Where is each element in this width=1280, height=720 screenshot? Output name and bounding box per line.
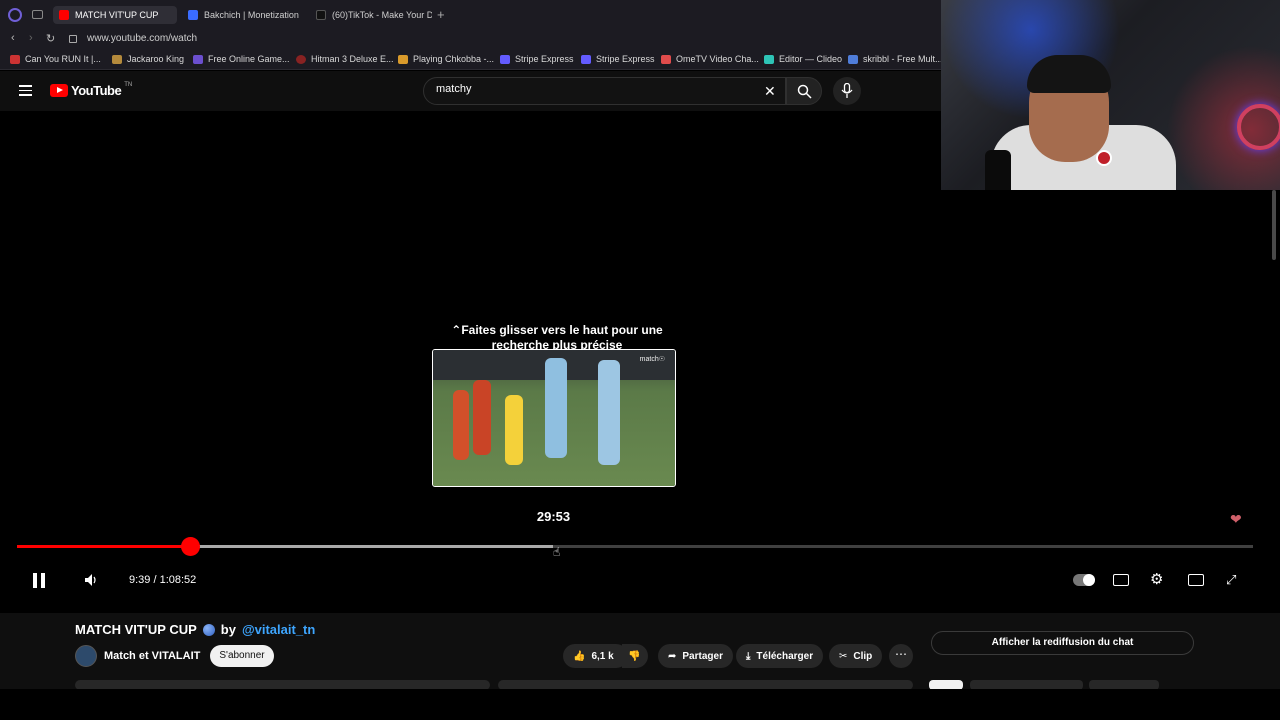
bottom-edge [0,689,1280,720]
clip-button[interactable]: ✂ Clip [829,644,883,668]
preview-thumbnail: match☉ [432,349,676,487]
more-actions-button[interactable]: ⋯ [889,644,913,668]
channel-handle-link[interactable]: @vitalait_tn [242,622,315,637]
stripe-icon [500,54,510,64]
voice-search-button[interactable] [833,77,861,105]
share-icon: ➦ [668,650,677,662]
tab-youtube[interactable]: MATCH VIT'UP CUP [53,6,177,24]
preview-brand: match☉ [639,356,665,363]
preview-player [473,380,491,455]
search-input[interactable] [436,83,736,95]
progress-bar[interactable] [17,545,1253,548]
download-icon: ⤓ [746,650,751,662]
bookmark-item[interactable]: Free Online Game... [193,54,290,64]
menu-icon[interactable] [19,85,32,96]
tab-grid-icon[interactable] [32,10,43,19]
tiktok-icon [316,10,326,20]
bookmark-item[interactable]: Can You RUN It |... [10,54,101,64]
forward-arrow-icon[interactable]: › [29,32,33,44]
back-arrow-icon[interactable]: ‹ [11,32,15,44]
share-button[interactable]: ➦ Partager [658,644,733,668]
globe-icon [202,623,215,636]
bookmark-item[interactable]: Stripe Express [581,54,655,64]
download-button[interactable]: ⤓ Télécharger [736,644,824,668]
bookmark-item[interactable]: Stripe Express [500,54,574,64]
bookmark-favicon-icon [764,54,774,64]
bookmark-favicon-icon [112,54,122,64]
tab-bakchich[interactable]: Bakchich | Monetization [182,6,302,24]
search-box [423,77,786,105]
fullscreen-icon[interactable]: ⤢ [1226,572,1244,588]
time-display: 9:39 / 1:08:52 [129,574,197,586]
subtitles-icon[interactable] [1113,574,1129,586]
youtube-play-icon [50,84,68,97]
lock-icon [69,35,77,43]
dislike-button[interactable]: 👎 [622,644,648,668]
preview-player [505,395,523,465]
microphone-icon [841,83,853,98]
channel-name[interactable]: Match et VITALAIT [104,650,200,662]
tab-label: MATCH VIT'UP CUP [75,10,159,20]
bookmark-item[interactable]: OmeTV Video Cha... [661,54,759,64]
miniplayer-icon[interactable] [1188,574,1204,586]
channel-watermark-icon[interactable]: ❤ [1230,511,1242,528]
bookmark-favicon-icon [296,54,306,64]
youtube-icon [59,10,69,20]
search-icon [797,84,812,99]
bakchich-icon [188,10,198,20]
settings-gear-icon[interactable]: ⚙ [1150,572,1168,588]
subscribe-button[interactable]: S'abonner [210,645,274,667]
bookmark-favicon-icon [848,54,858,64]
bookmark-favicon-icon [10,54,20,64]
chevron-up-icon: ⌃ [451,323,462,337]
stripe-icon [581,54,591,64]
volume-button[interactable] [84,570,98,590]
bookmark-favicon-icon [398,54,408,64]
mouse-cursor-icon: ☝ [553,545,561,559]
new-tab-button[interactable]: + [437,7,445,22]
thumbs-down-icon: 👎 [628,650,641,662]
preview-timestamp: 29:53 [536,509,571,524]
tab-label: Bakchich | Monetization [204,10,299,20]
thumbs-up-icon: 👍 [573,650,586,662]
chat-replay-button[interactable]: Afficher la rediffusion du chat [931,631,1194,655]
scissors-icon: ✂ [839,650,848,662]
video-title: MATCH VIT'UP CUP by @vitalait_tn [75,622,316,637]
bookmark-item[interactable]: Hitman 3 Deluxe E... [296,54,394,64]
preview-player [453,390,469,460]
reload-icon[interactable]: ↻ [46,32,55,45]
tab-label: (60)TikTok - Make Your D [332,10,432,20]
clear-search-icon[interactable]: ✕ [764,84,776,98]
bookmark-item[interactable]: Playing Chkobba -... [398,54,494,64]
bookmark-favicon-icon [661,54,671,64]
bookmark-favicon-icon [193,54,203,64]
channel-avatar[interactable] [75,645,97,667]
progress-played [17,545,191,548]
bookmark-item[interactable]: Editor — Clideo [764,54,842,64]
bookmark-item[interactable]: Jackaroo King [112,54,184,64]
url-field[interactable]: www.youtube.com/watch [87,33,197,44]
bookmark-item[interactable]: skribbl - Free Mult... [848,54,943,64]
opera-menu-icon[interactable] [8,8,22,22]
youtube-logo[interactable]: YouTube TN [50,82,132,98]
volume-icon [85,574,96,586]
like-button[interactable]: 👍 6,1 k [563,644,628,668]
preview-player [545,358,567,458]
tab-tiktok[interactable]: (60)TikTok - Make Your D [310,6,432,24]
search-button[interactable] [786,77,822,105]
webcam-overlay [941,0,1280,190]
pause-button[interactable] [33,570,49,590]
page-scrollbar[interactable] [1272,190,1276,260]
preview-player [598,360,620,465]
autoplay-toggle[interactable] [1073,574,1095,586]
